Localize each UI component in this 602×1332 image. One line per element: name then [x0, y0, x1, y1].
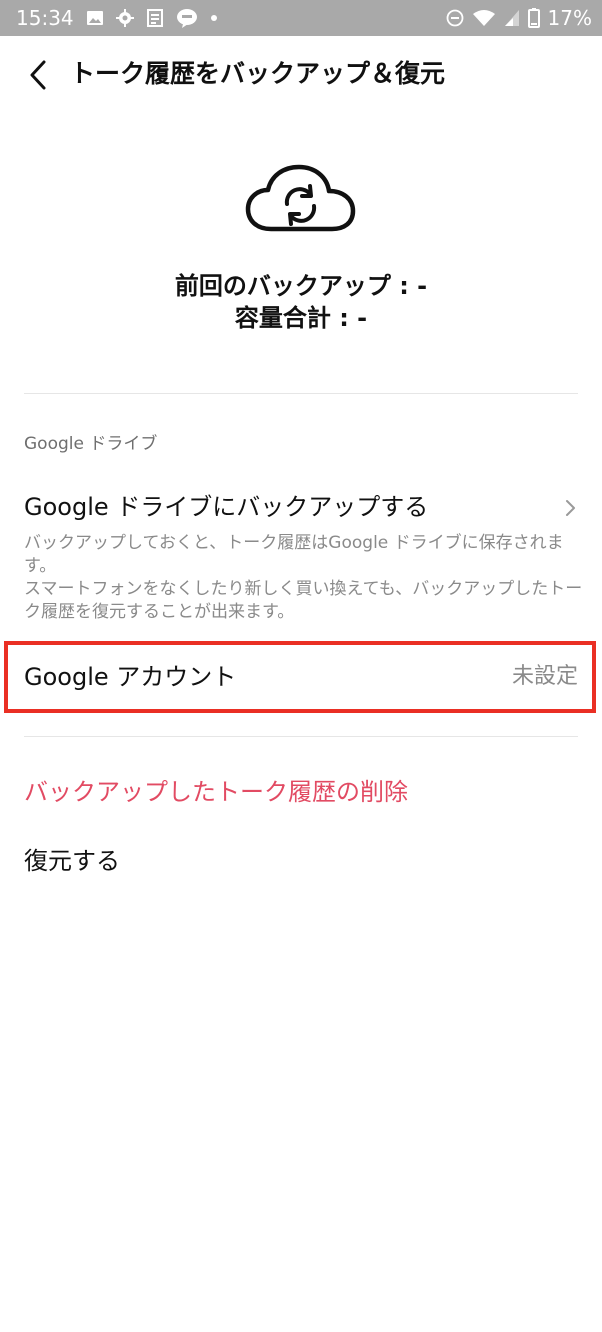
settings-icon — [116, 9, 134, 27]
google-drive-backup-row[interactable]: Google ドライブにバックアップする バックアップしておくと、トーク履歴はG… — [0, 478, 602, 628]
last-backup-text: 前回のバックアップ : - — [174, 272, 428, 300]
signal-icon — [504, 10, 519, 26]
google-account-row[interactable]: Google アカウント 未設定 — [0, 641, 602, 717]
line-icon — [177, 9, 197, 28]
image-icon — [87, 11, 103, 25]
google-drive-backup-title: Google ドライブにバックアップする — [24, 493, 429, 521]
news-icon — [147, 9, 163, 27]
battery-icon — [527, 8, 540, 28]
wifi-icon — [472, 10, 495, 26]
cloud-sync-icon — [244, 162, 358, 234]
google-account-label: Google アカウント — [24, 663, 237, 691]
status-icons-right: 17% — [446, 6, 592, 30]
total-size-text: 容量合計 : - — [234, 304, 368, 332]
do-not-disturb-icon — [446, 9, 463, 27]
back-button[interactable] — [22, 58, 56, 92]
chevron-right-icon — [564, 498, 578, 518]
delete-backup-button[interactable]: バックアップしたトーク履歴の削除 — [24, 774, 408, 810]
google-drive-backup-description: バックアップしておくと、トーク履歴はGoogle ドライブに保存されます。 スマ… — [24, 533, 583, 622]
status-bar: 15:34 17% — [0, 0, 602, 36]
divider — [24, 393, 578, 394]
divider — [24, 736, 578, 737]
dot-icon — [211, 15, 217, 21]
google-account-value: 未設定 — [511, 664, 578, 689]
chevron-left-icon — [30, 60, 46, 90]
restore-button[interactable]: 復元する — [24, 843, 120, 879]
section-label-google-drive: Google ドライブ — [24, 434, 158, 454]
status-time: 15:34 — [16, 6, 74, 30]
backup-info: 前回のバックアップ : - 容量合計 : - — [0, 270, 602, 334]
battery-percentage: 17% — [547, 6, 592, 30]
status-icons-left — [86, 8, 218, 28]
header: トーク履歴をバックアップ＆復元 — [0, 36, 602, 114]
page-title: トーク履歴をバックアップ＆復元 — [70, 59, 446, 88]
